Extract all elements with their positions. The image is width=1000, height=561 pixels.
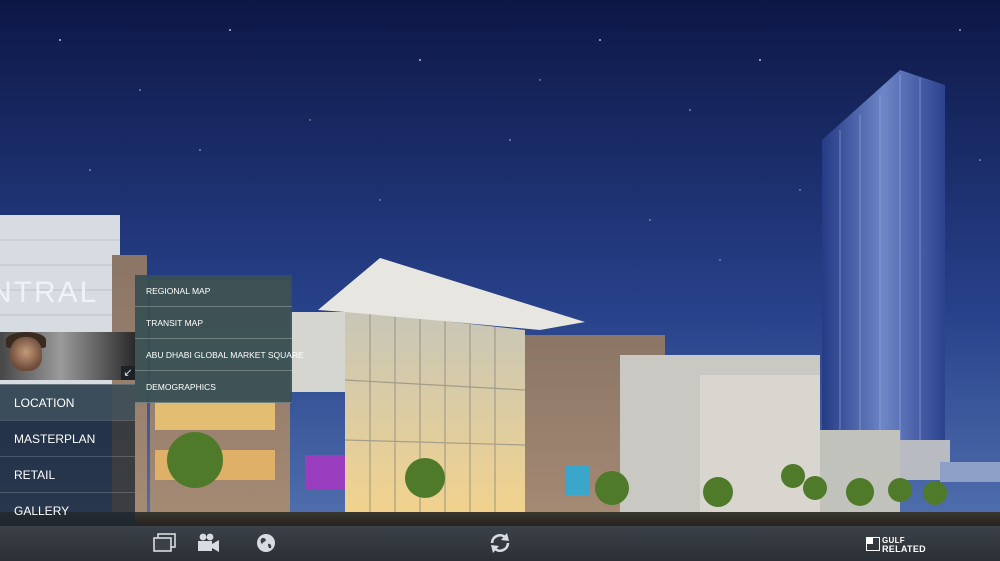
main-menu: LOCATION MASTERPLAN RETAIL GALLERY <box>0 384 135 528</box>
photos-icon[interactable] <box>152 531 178 555</box>
logo-line2: RELATED <box>882 544 926 554</box>
submenu-item-regional-map[interactable]: REGIONAL MAP <box>135 275 292 307</box>
menu-item-masterplan[interactable]: MASTERPLAN <box>0 420 135 456</box>
submenu-item-global-market-square[interactable]: ABU DHABI GLOBAL MARKET SQUARE <box>135 339 304 371</box>
refresh-icon[interactable] <box>487 531 513 555</box>
location-submenu: REGIONAL MAP TRANSIT MAP ABU DHABI GLOBA… <box>135 275 304 403</box>
menu-item-location[interactable]: LOCATION <box>0 384 135 420</box>
submenu-item-transit-map[interactable]: TRANSIT MAP <box>135 307 292 339</box>
globe-icon[interactable] <box>254 531 280 555</box>
bottom-toolbar <box>0 526 1000 561</box>
video-camera-icon[interactable] <box>195 531 221 555</box>
profile-thumbnail <box>0 332 135 380</box>
submenu-item-demographics[interactable]: DEMOGRAPHICS <box>135 371 292 403</box>
logo-mark-icon <box>866 537 880 551</box>
building-sign: NTRAL <box>0 276 98 309</box>
collapse-arrow-icon[interactable]: ↙ <box>121 366 135 380</box>
menu-item-retail[interactable]: RETAIL <box>0 456 135 492</box>
menu-item-gallery[interactable]: GALLERY <box>0 492 135 528</box>
